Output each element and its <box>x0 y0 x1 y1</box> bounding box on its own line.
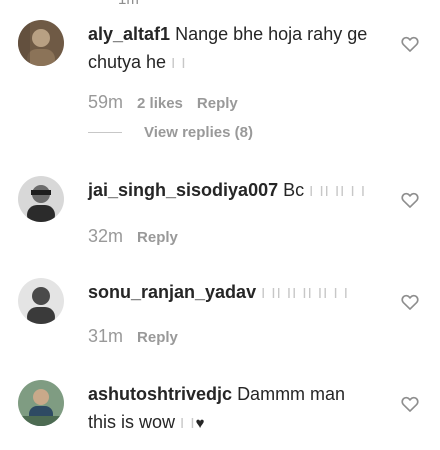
comment-time: 32m <box>88 226 124 246</box>
divider-line <box>88 132 122 133</box>
reply-button[interactable]: Reply <box>137 229 178 246</box>
comment-username[interactable]: aly_altaf1 <box>88 24 170 44</box>
previous-timestamp: 1m <box>118 0 139 8</box>
heart-emoji-icon: ♥ <box>195 415 205 432</box>
comment-time: 59m <box>88 92 124 112</box>
comment-text: sonu_ranjan_yadav I II II II II I I <box>88 278 368 308</box>
comment-marks: I II II II II I I <box>261 285 349 302</box>
comment-text: jai_singh_sisodiya007 Bc I II II I I <box>88 176 368 206</box>
comment-marks: I I <box>180 415 196 432</box>
heart-outline-icon[interactable] <box>400 34 420 54</box>
avatar[interactable] <box>18 278 64 324</box>
comment-username[interactable]: jai_singh_sisodiya007 <box>88 180 278 200</box>
comment-marks: I I <box>171 55 187 72</box>
view-replies-label: View replies (8) <box>144 124 253 141</box>
heart-outline-icon[interactable] <box>400 394 420 414</box>
heart-outline-icon[interactable] <box>400 292 420 312</box>
comment-text: ashutoshtrivedjc Dammm man this is wow I… <box>88 380 368 438</box>
comment-marks: I II II I I <box>309 183 366 200</box>
avatar[interactable] <box>18 176 64 222</box>
comment-meta: 31m Reply <box>88 326 178 347</box>
comment-meta: 59m 2 likes Reply <box>88 92 238 113</box>
comment-username[interactable]: sonu_ranjan_yadav <box>88 282 256 302</box>
comment-text: aly_altaf1 Nange bhe hoja rahy ge chutya… <box>88 20 368 78</box>
reply-button[interactable]: Reply <box>137 329 178 346</box>
comment-meta: 32m Reply <box>88 226 178 247</box>
view-replies-button[interactable]: View replies (8) <box>88 124 253 141</box>
reply-button[interactable]: Reply <box>197 95 238 112</box>
comment-likes[interactable]: 2 likes <box>137 95 183 112</box>
avatar[interactable] <box>18 380 64 426</box>
comment-username[interactable]: ashutoshtrivedjc <box>88 384 232 404</box>
avatar[interactable] <box>18 20 64 66</box>
comment-time: 31m <box>88 326 124 346</box>
comment-message: Bc <box>283 180 305 200</box>
heart-outline-icon[interactable] <box>400 190 420 210</box>
